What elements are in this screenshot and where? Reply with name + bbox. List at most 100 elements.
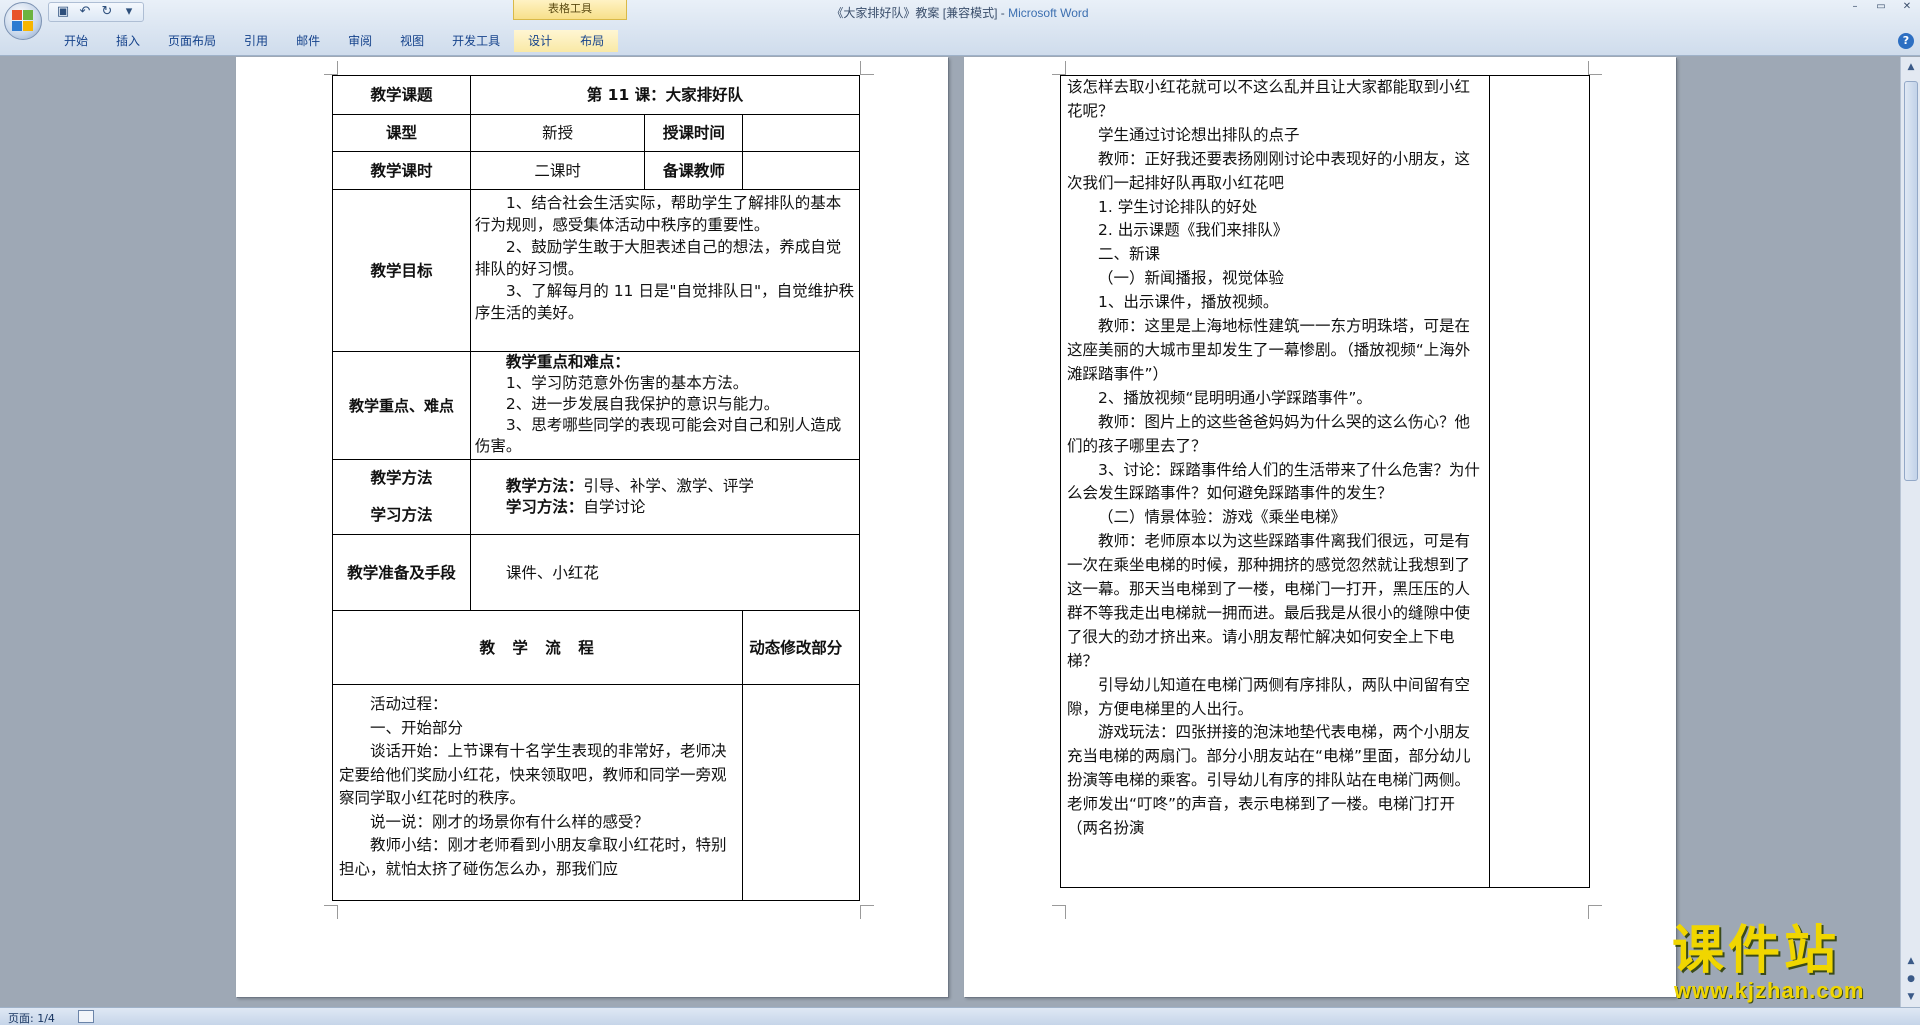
- flow-content-continued[interactable]: 该怎样去取小红花就可以不这么乱并且让大家都能取到小红花呢？ 学生通过讨论想出排队的…: [1059, 75, 1491, 888]
- scrollbar-thumb[interactable]: [1904, 81, 1918, 481]
- save-icon[interactable]: ▣: [55, 4, 71, 20]
- tab-references[interactable]: 引用: [230, 30, 282, 52]
- page-count[interactable]: 页面: 1/4: [8, 1010, 55, 1025]
- methods-cell[interactable]: 教学方法：引导、补学、激学、评学 学习方法：自学讨论: [469, 459, 861, 535]
- close-icon[interactable]: ✕: [1894, 0, 1920, 16]
- office-button[interactable]: [4, 2, 42, 40]
- table-row: 教学目标 1、结合社会生活实际，帮助学生了解排队的基本行为规则，感受集体活动中秩…: [332, 189, 861, 352]
- undo-icon[interactable]: ↶: [77, 4, 93, 20]
- flow-paragraph: 1、出示课件，播放视频。: [1098, 293, 1279, 312]
- flow-paragraph: 2. 出示课题《我们来排队》: [1098, 221, 1289, 240]
- goal-item: 3、了解每月的 11 日是"自觉排队日"，自觉维护秩序生活的美好。: [474, 282, 855, 322]
- flow-paragraph: 引导幼儿知道在电梯门两侧有序排队，两队中间留有空隙，方便电梯里的人出行。: [1067, 675, 1471, 718]
- flow-paragraph: （二）情景体验：游戏《乘坐电梯》: [1098, 508, 1347, 527]
- flow-content[interactable]: 活动过程： 一、开始部分 谈话开始：上节课有十名学生表现的非常好，老师决定要给他…: [331, 684, 744, 901]
- prep-cell[interactable]: 课件、小红花: [469, 534, 861, 611]
- flow-paragraph: 3、讨论：踩踏事件给人们的生活带来了什么危害？为什么会发生踩踏事件？如何避免踩踏…: [1067, 460, 1480, 503]
- learn-method-title: 学习方法：: [505, 498, 584, 516]
- keypoints-cell[interactable]: 教学重点和难点： 1、学习防范意外伤害的基本方法。 2、进一步发展自我保护的意识…: [469, 351, 861, 460]
- flow-paragraph: 学生通过讨论想出排队的点子: [1098, 125, 1300, 144]
- prep-value: 课件、小红花: [505, 563, 599, 582]
- flow-paragraph: 教师：图片上的这些爸爸妈妈为什么哭的这么伤心？他们的孩子哪里去了？: [1067, 412, 1471, 455]
- flow-paragraph: 说一说：刚才的场景你有什么样的感受？: [370, 812, 650, 831]
- window-title-document: 《大家排好队》教案 [兼容模式] -: [831, 6, 1009, 20]
- scroll-up-icon[interactable]: ▲: [1903, 59, 1919, 75]
- lesson-type-value[interactable]: 新授: [469, 114, 646, 152]
- redo-icon[interactable]: ↻: [99, 4, 115, 20]
- customize-qat-icon[interactable]: ▾: [121, 4, 137, 20]
- tab-table-design[interactable]: 设计: [514, 30, 567, 52]
- keypoints-title: 教学重点和难点：: [505, 353, 630, 371]
- methods-label[interactable]: 教学方法 学习方法: [332, 459, 471, 535]
- table-row: 教学课时 二课时 备课教师: [332, 151, 860, 190]
- minimize-icon[interactable]: –: [1842, 0, 1868, 16]
- class-time-value[interactable]: [742, 114, 860, 152]
- table-row: 教学准备及手段 课件、小红花: [332, 534, 861, 611]
- teacher-value[interactable]: [742, 151, 860, 190]
- goals-label[interactable]: 教学目标: [332, 189, 471, 352]
- goal-item: 2、鼓励学生敢于大胆表述自己的想法，养成自觉排队的好习惯。: [474, 238, 842, 278]
- lesson-flow-table: 该怎样去取小红花就可以不这么乱并且让大家都能取到小红花呢？ 学生通过讨论想出排队的…: [1059, 75, 1590, 888]
- revise-content[interactable]: [742, 684, 860, 901]
- prep-label[interactable]: 教学准备及手段: [332, 534, 471, 611]
- tab-developer[interactable]: 开发工具: [438, 30, 514, 52]
- window-title: 《大家排好队》教案 [兼容模式] - Microsoft Word: [0, 4, 1920, 21]
- watermark: 课件站 www.kjzhan.com: [1668, 922, 1900, 1007]
- revise-content-continued[interactable]: [1489, 75, 1590, 888]
- watermark-text: 课件站: [1672, 921, 1841, 981]
- table-tools-header: 表格工具: [513, 0, 627, 20]
- maximize-icon[interactable]: ▭: [1868, 0, 1894, 16]
- lesson-hours-value[interactable]: 二课时: [469, 151, 646, 190]
- quick-access-toolbar: ▣ ↶ ↻ ▾: [48, 2, 144, 22]
- title-bar: ▣ ↶ ↻ ▾ 表格工具 《大家排好队》教案 [兼容模式] - Microsof…: [0, 0, 1920, 56]
- crop-mark: [860, 61, 874, 75]
- teacher-label[interactable]: 备课教师: [644, 151, 744, 190]
- document-page-2[interactable]: 该怎样去取小红花就可以不这么乱并且让大家都能取到小红花呢？ 学生通过讨论想出排队的…: [964, 57, 1676, 997]
- document-page-1[interactable]: 教学课题 第 11 课：大家排好队 课型 新授 授课时间 教学课时 二课时 备课…: [236, 57, 948, 997]
- previous-page-icon[interactable]: ▲: [1903, 953, 1919, 969]
- crop-mark: [1052, 61, 1066, 75]
- tab-view[interactable]: 视图: [386, 30, 438, 52]
- flow-paragraph: 二、新课: [1098, 245, 1161, 264]
- tab-page-layout[interactable]: 页面布局: [154, 30, 230, 52]
- tab-table-layout[interactable]: 布局: [566, 30, 619, 52]
- flow-paragraph: 教师小结：刚才老师看到小朋友拿取小红花时，特别担心，就怕太挤了碰伤怎么办，那我们…: [339, 836, 727, 878]
- table-row: 教 学 流 程 动态修改部分: [331, 610, 860, 685]
- watermark-url: www.kjzhan.com: [1674, 978, 1865, 1003]
- revise-label[interactable]: 动态修改部分: [742, 610, 860, 685]
- flow-paragraph: 教师：老师原本以为这些踩踏事件离我们很远，可是有一次在乘坐电梯的时候，那种拥挤的…: [1067, 532, 1471, 670]
- goal-item: 1、结合社会生活实际，帮助学生了解排队的基本行为规则，感受集体活动中秩序的重要性…: [474, 194, 842, 234]
- flow-label[interactable]: 教 学 流 程: [331, 610, 744, 685]
- next-page-icon[interactable]: ▼: [1903, 989, 1919, 1005]
- status-bar: 页面: 1/4: [0, 1007, 1920, 1025]
- tab-insert[interactable]: 插入: [102, 30, 154, 52]
- proofing-icon[interactable]: [78, 1010, 94, 1023]
- topic-label[interactable]: 教学课题: [332, 75, 471, 115]
- window-controls: – ▭ ✕: [1842, 0, 1920, 16]
- vertical-scrollbar[interactable]: ▲ ▲ ● ▼: [1900, 57, 1920, 1007]
- lesson-hours-label[interactable]: 教学课时: [332, 151, 471, 190]
- crop-mark: [1052, 905, 1066, 919]
- goals-cell[interactable]: 1、结合社会生活实际，帮助学生了解排队的基本行为规则，感受集体活动中秩序的重要性…: [469, 189, 861, 352]
- table-row: 课型 新授 授课时间: [332, 114, 860, 152]
- flow-paragraph: 1. 学生讨论排队的好处: [1098, 197, 1258, 216]
- keypoints-label[interactable]: 教学重点、难点: [332, 351, 471, 460]
- tab-home[interactable]: 开始: [50, 30, 102, 52]
- lesson-type-label[interactable]: 课型: [332, 114, 471, 152]
- tab-review[interactable]: 审阅: [334, 30, 386, 52]
- flow-paragraph: 一、开始部分: [370, 718, 464, 737]
- flow-paragraph: 教师：正好我还要表扬刚刚讨论中表现好的小朋友，这次我们一起排好队再取小红花吧: [1067, 149, 1471, 192]
- keypoint-item: 3、思考哪些同学的表现可能会对自己和别人造成伤害。: [474, 416, 842, 455]
- teach-method-title: 教学方法：: [505, 477, 584, 495]
- topic-value[interactable]: 第 11 课：大家排好队: [469, 75, 861, 115]
- document-area[interactable]: 教学课题 第 11 课：大家排好队 课型 新授 授课时间 教学课时 二课时 备课…: [0, 57, 1900, 1007]
- class-time-label[interactable]: 授课时间: [644, 114, 744, 152]
- tab-mailings[interactable]: 邮件: [282, 30, 334, 52]
- browse-object-icon[interactable]: ●: [1903, 971, 1919, 987]
- help-button[interactable]: ?: [1898, 33, 1914, 49]
- crop-mark: [324, 905, 338, 919]
- flow-paragraph: 教师：这里是上海地标性建筑一一东方明珠塔，可是在这座美丽的大城市里却发生了一幕惨…: [1067, 317, 1471, 383]
- table-row: 教学课题 第 11 课：大家排好队: [332, 75, 861, 115]
- learn-method-label: 学习方法: [370, 506, 433, 524]
- keypoint-item: 1、学习防范意外伤害的基本方法。: [505, 374, 749, 392]
